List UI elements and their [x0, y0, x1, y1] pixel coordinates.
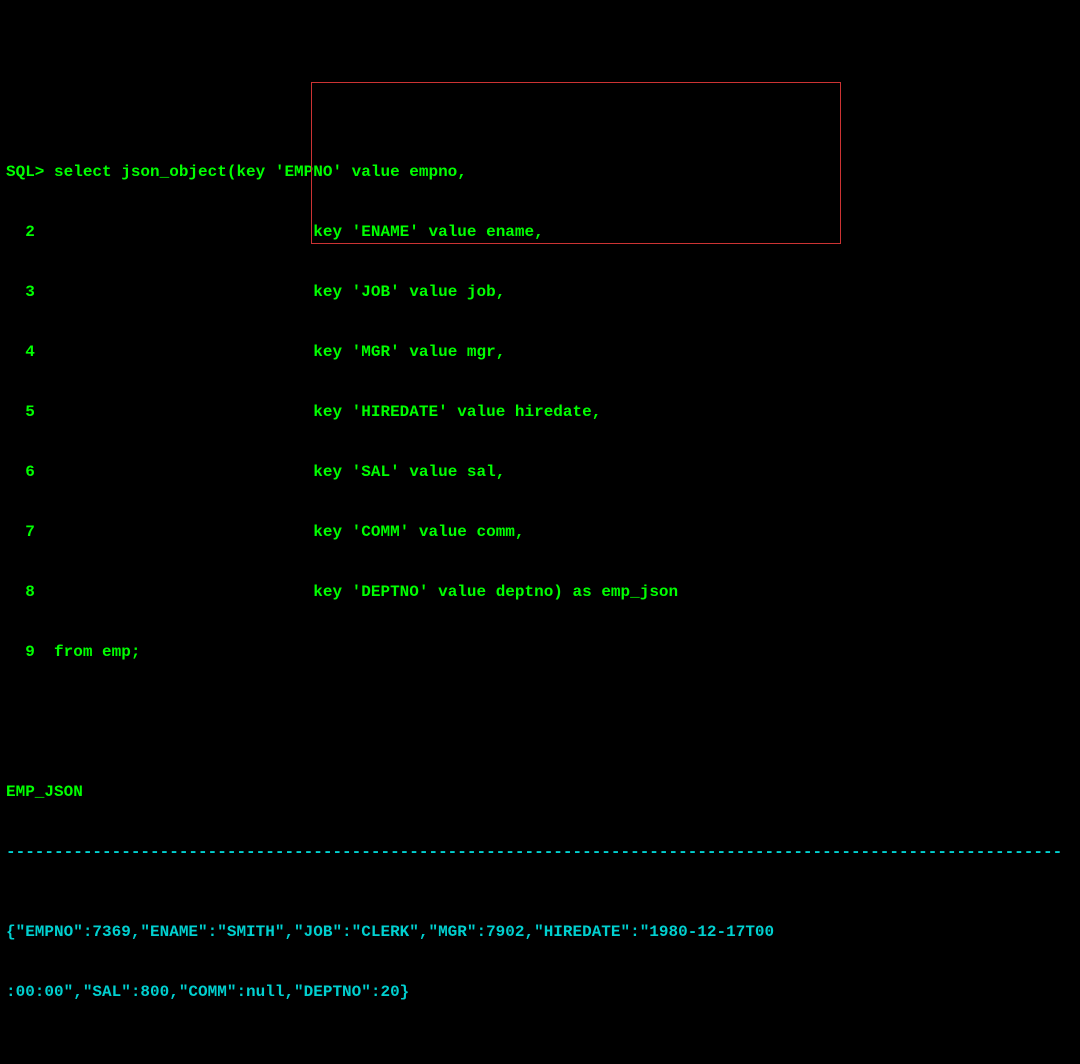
- line-number: 8: [6, 583, 35, 601]
- line-number: 3: [6, 283, 35, 301]
- sql-text: key 'MGR' value mgr,: [313, 343, 505, 361]
- line-number: 7: [6, 523, 35, 541]
- blank-line: [6, 722, 1074, 742]
- sql-line-1: SQL> select json_object(key 'EMPNO' valu…: [6, 162, 1074, 182]
- sql-line-7: 7 key 'COMM' value comm,: [6, 522, 1074, 542]
- sql-text: key 'JOB' value job,: [313, 283, 505, 301]
- separator-line: ----------------------------------------…: [6, 842, 1074, 862]
- sql-text: key 'ENAME' value ename,: [313, 223, 543, 241]
- sql-text: SQL> select json_object(key 'EMPNO' valu…: [6, 163, 467, 181]
- sql-line-6: 6 key 'SAL' value sal,: [6, 462, 1074, 482]
- sql-line-8: 8 key 'DEPTNO' value deptno) as emp_json: [6, 582, 1074, 602]
- line-number: 2: [6, 223, 35, 241]
- sql-line-2: 2 key 'ENAME' value ename,: [6, 222, 1074, 242]
- sql-line-9: 9 from emp;: [6, 642, 1074, 662]
- sql-line-5: 5 key 'HIREDATE' value hiredate,: [6, 402, 1074, 422]
- result-row-1b: :00:00","SAL":800,"COMM":null,"DEPTNO":2…: [6, 982, 1074, 1002]
- sql-text: key 'HIREDATE' value hiredate,: [313, 403, 601, 421]
- result-row-1a: {"EMPNO":7369,"ENAME":"SMITH","JOB":"CLE…: [6, 922, 1074, 942]
- column-header: EMP_JSON: [6, 782, 1074, 802]
- line-number: 4: [6, 343, 35, 361]
- line-number: 5: [6, 403, 35, 421]
- sql-text: key 'SAL' value sal,: [313, 463, 505, 481]
- sql-line-3: 3 key 'JOB' value job,: [6, 282, 1074, 302]
- line-number: 9: [6, 643, 35, 661]
- blank-line: [6, 1042, 1074, 1062]
- sql-text: key 'DEPTNO' value deptno) as emp_json: [313, 583, 678, 601]
- sql-line-4: 4 key 'MGR' value mgr,: [6, 342, 1074, 362]
- sql-text: from emp;: [54, 643, 140, 661]
- terminal-output[interactable]: SQL> select json_object(key 'EMPNO' valu…: [6, 82, 1074, 1064]
- sql-text: key 'COMM' value comm,: [313, 523, 524, 541]
- line-number: 6: [6, 463, 35, 481]
